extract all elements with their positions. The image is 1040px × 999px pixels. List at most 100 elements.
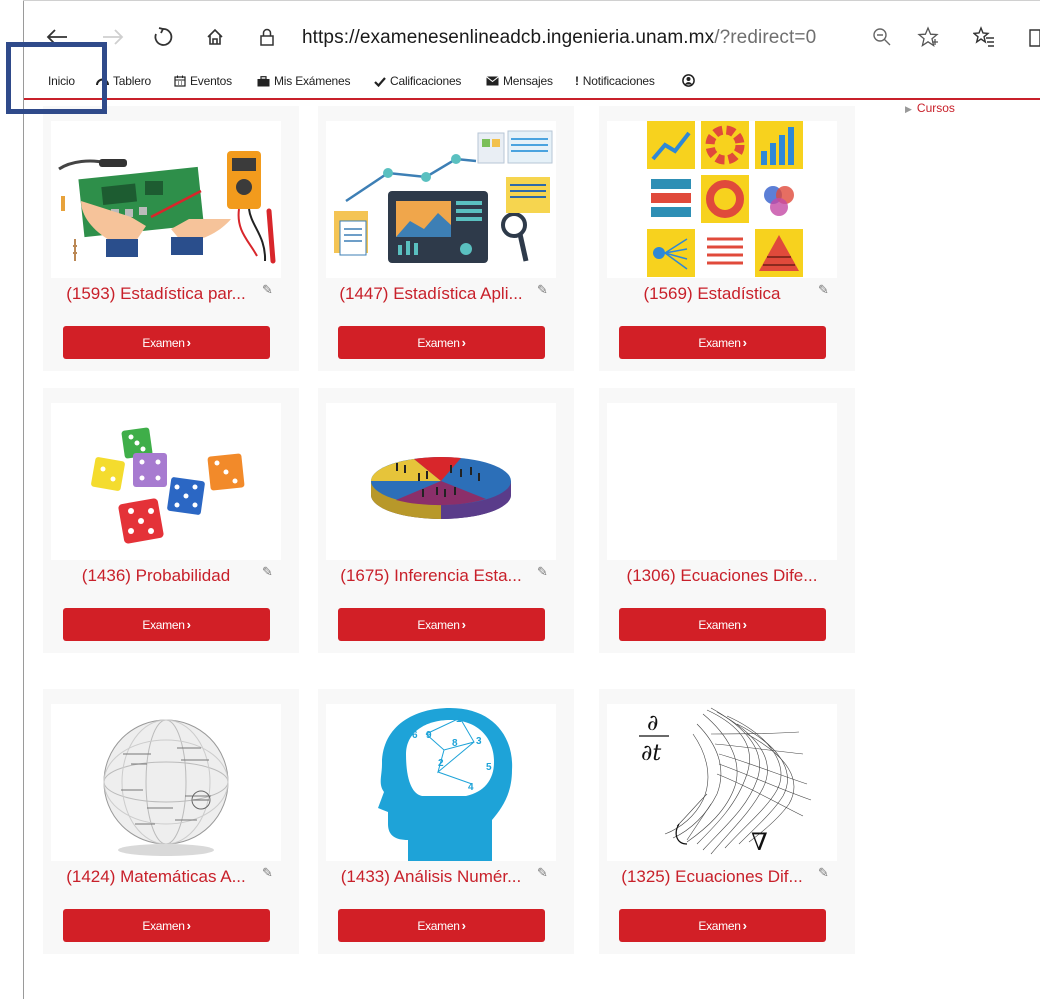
- head-number-8: 8: [452, 738, 458, 749]
- nav-notificaciones-label: Notificaciones: [582, 74, 655, 88]
- star-icon[interactable]: [916, 23, 940, 51]
- browser-toolbar: https://examenesenlineadcb.ingenieria.un…: [24, 1, 1040, 63]
- course-card: (1424) Matemáticas A... ✎ Examen ›: [43, 689, 299, 954]
- chevron-right-icon: ›: [742, 617, 747, 632]
- calendar-icon: [174, 75, 186, 87]
- exam-button[interactable]: Examen ›: [619, 326, 826, 359]
- chevron-right-icon: ›: [742, 918, 747, 933]
- head-number-4: 4: [468, 782, 474, 793]
- window-edge: [23, 0, 24, 999]
- head-number-2: 2: [438, 758, 444, 769]
- site-navbar: Inicio Tablero Eventos Mis Exámenes Cali…: [24, 66, 1040, 100]
- screenshot-frame: https://examenesenlineadcb.ingenieria.un…: [0, 0, 1040, 999]
- partial-symbol: ∂: [647, 711, 658, 736]
- edit-icon[interactable]: ✎: [262, 282, 273, 298]
- envelope-icon: [486, 76, 499, 86]
- zoom-icon[interactable]: [870, 23, 894, 51]
- course-card: (1675) Inferencia Esta... ✎ Examen ›: [318, 388, 574, 653]
- exam-button[interactable]: Examen ›: [63, 326, 270, 359]
- exam-button[interactable]: Examen ›: [619, 909, 826, 942]
- dashboard-illustration[interactable]: [326, 121, 556, 278]
- chevron-right-icon: ›: [461, 335, 466, 350]
- exam-button[interactable]: Examen ›: [338, 608, 545, 641]
- formula-sphere[interactable]: [51, 704, 281, 861]
- exam-button[interactable]: Examen ›: [619, 608, 826, 641]
- chevron-right-icon: ›: [186, 617, 191, 632]
- edit-icon[interactable]: ✎: [262, 564, 273, 580]
- chevron-right-icon: ›: [186, 335, 191, 350]
- nav-calificaciones-label: Calificaciones: [390, 74, 462, 88]
- infographic-tiles[interactable]: [607, 121, 837, 278]
- flow-lines-partial-derivative[interactable]: ∂ ∂t ∇: [607, 704, 837, 861]
- head-number-5: 5: [486, 762, 492, 773]
- head-number-9: 9: [426, 730, 432, 741]
- course-image-placeholder[interactable]: [607, 403, 837, 560]
- course-title[interactable]: (1306) Ecuaciones Dife...: [607, 566, 837, 586]
- course-title[interactable]: (1424) Matemáticas A...: [51, 867, 261, 887]
- edit-icon[interactable]: ✎: [818, 282, 829, 298]
- partial-t-symbol: ∂t: [641, 741, 661, 766]
- exam-button-label: Examen: [698, 617, 741, 632]
- course-card: (1593) Estadística par... ✎ Examen ›: [43, 106, 299, 371]
- dice-illustration[interactable]: [51, 403, 281, 560]
- course-card: ∂ ∂t ∇ (1325) Ecuaciones Dif... ✎ Examen…: [599, 689, 855, 954]
- exam-button-label: Examen: [698, 335, 741, 350]
- user-profile[interactable]: [682, 74, 695, 87]
- briefcase-icon: [257, 75, 270, 87]
- edit-icon[interactable]: ✎: [818, 865, 829, 881]
- collections-icon[interactable]: [1026, 23, 1040, 51]
- edit-icon[interactable]: ✎: [537, 564, 548, 580]
- nav-mis-examenes[interactable]: Mis Exámenes: [257, 74, 350, 88]
- address-bar[interactable]: https://examenesenlineadcb.ingenieria.un…: [302, 27, 816, 49]
- course-title[interactable]: (1433) Análisis Numér...: [326, 867, 536, 887]
- nav-eventos-label: Eventos: [190, 74, 232, 88]
- nav-calificaciones[interactable]: Calificaciones: [374, 74, 461, 88]
- nav-mensajes-label: Mensajes: [503, 74, 553, 88]
- lock-icon: [256, 23, 278, 51]
- exam-button-label: Examen: [142, 617, 185, 632]
- sidebar-cursos-link[interactable]: ▶ Cursos: [905, 101, 955, 115]
- exam-button[interactable]: Examen ›: [338, 909, 545, 942]
- home-icon[interactable]: [202, 23, 228, 51]
- course-title[interactable]: (1593) Estadística par...: [51, 284, 261, 304]
- chevron-right-icon: ›: [461, 918, 466, 933]
- exam-button[interactable]: Examen ›: [63, 608, 270, 641]
- exam-button[interactable]: Examen ›: [338, 326, 545, 359]
- course-card: (1447) Estadística Apli... ✎ Examen ›: [318, 106, 574, 371]
- course-title[interactable]: (1447) Estadística Apli...: [326, 284, 536, 304]
- nav-eventos[interactable]: Eventos: [174, 74, 232, 88]
- nav-mis-examenes-label: Mis Exámenes: [274, 74, 351, 88]
- course-title[interactable]: (1436) Probabilidad: [51, 566, 261, 586]
- course-title[interactable]: (1325) Ecuaciones Dif...: [607, 867, 817, 887]
- exam-button-label: Examen: [417, 617, 460, 632]
- exam-button-label: Examen: [698, 918, 741, 933]
- edit-icon[interactable]: ✎: [262, 865, 273, 881]
- course-title[interactable]: (1569) Estadística: [607, 284, 817, 304]
- course-card: (1306) Ecuaciones Dife... Examen ›: [599, 388, 855, 653]
- head-number-6: 6: [412, 730, 418, 741]
- nav-tablero-label: Tablero: [113, 74, 151, 88]
- nabla-symbol: ∇: [751, 828, 768, 856]
- edit-icon[interactable]: ✎: [537, 282, 548, 298]
- exam-button[interactable]: Examen ›: [63, 909, 270, 942]
- course-card: (1569) Estadística ✎ Examen ›: [599, 106, 855, 371]
- check-icon: [374, 76, 386, 87]
- user-circle-icon: [682, 74, 695, 87]
- head-number-1: 1: [456, 714, 462, 725]
- nav-mensajes[interactable]: Mensajes: [486, 74, 553, 88]
- exam-button-label: Examen: [142, 918, 185, 933]
- head-numbers[interactable]: 1 6 9 8 3 2 5 4: [326, 704, 556, 861]
- favorites-icon[interactable]: [972, 23, 996, 51]
- url-query: /?redirect=0: [714, 27, 817, 48]
- caret-right-icon: ▶: [905, 104, 912, 114]
- electronics-illustration[interactable]: [51, 121, 281, 278]
- head-number-3: 3: [476, 736, 482, 747]
- course-title[interactable]: (1675) Inferencia Esta...: [326, 566, 536, 586]
- refresh-icon[interactable]: [150, 23, 176, 51]
- pie-people-illustration[interactable]: [326, 403, 556, 560]
- exam-button-label: Examen: [417, 335, 460, 350]
- edit-icon[interactable]: ✎: [537, 865, 548, 881]
- nav-notificaciones[interactable]: ! Notificaciones: [575, 74, 655, 88]
- course-card: 1 6 9 8 3 2 5 4 (1433) Análisis Numér...…: [318, 689, 574, 954]
- exam-button-label: Examen: [417, 918, 460, 933]
